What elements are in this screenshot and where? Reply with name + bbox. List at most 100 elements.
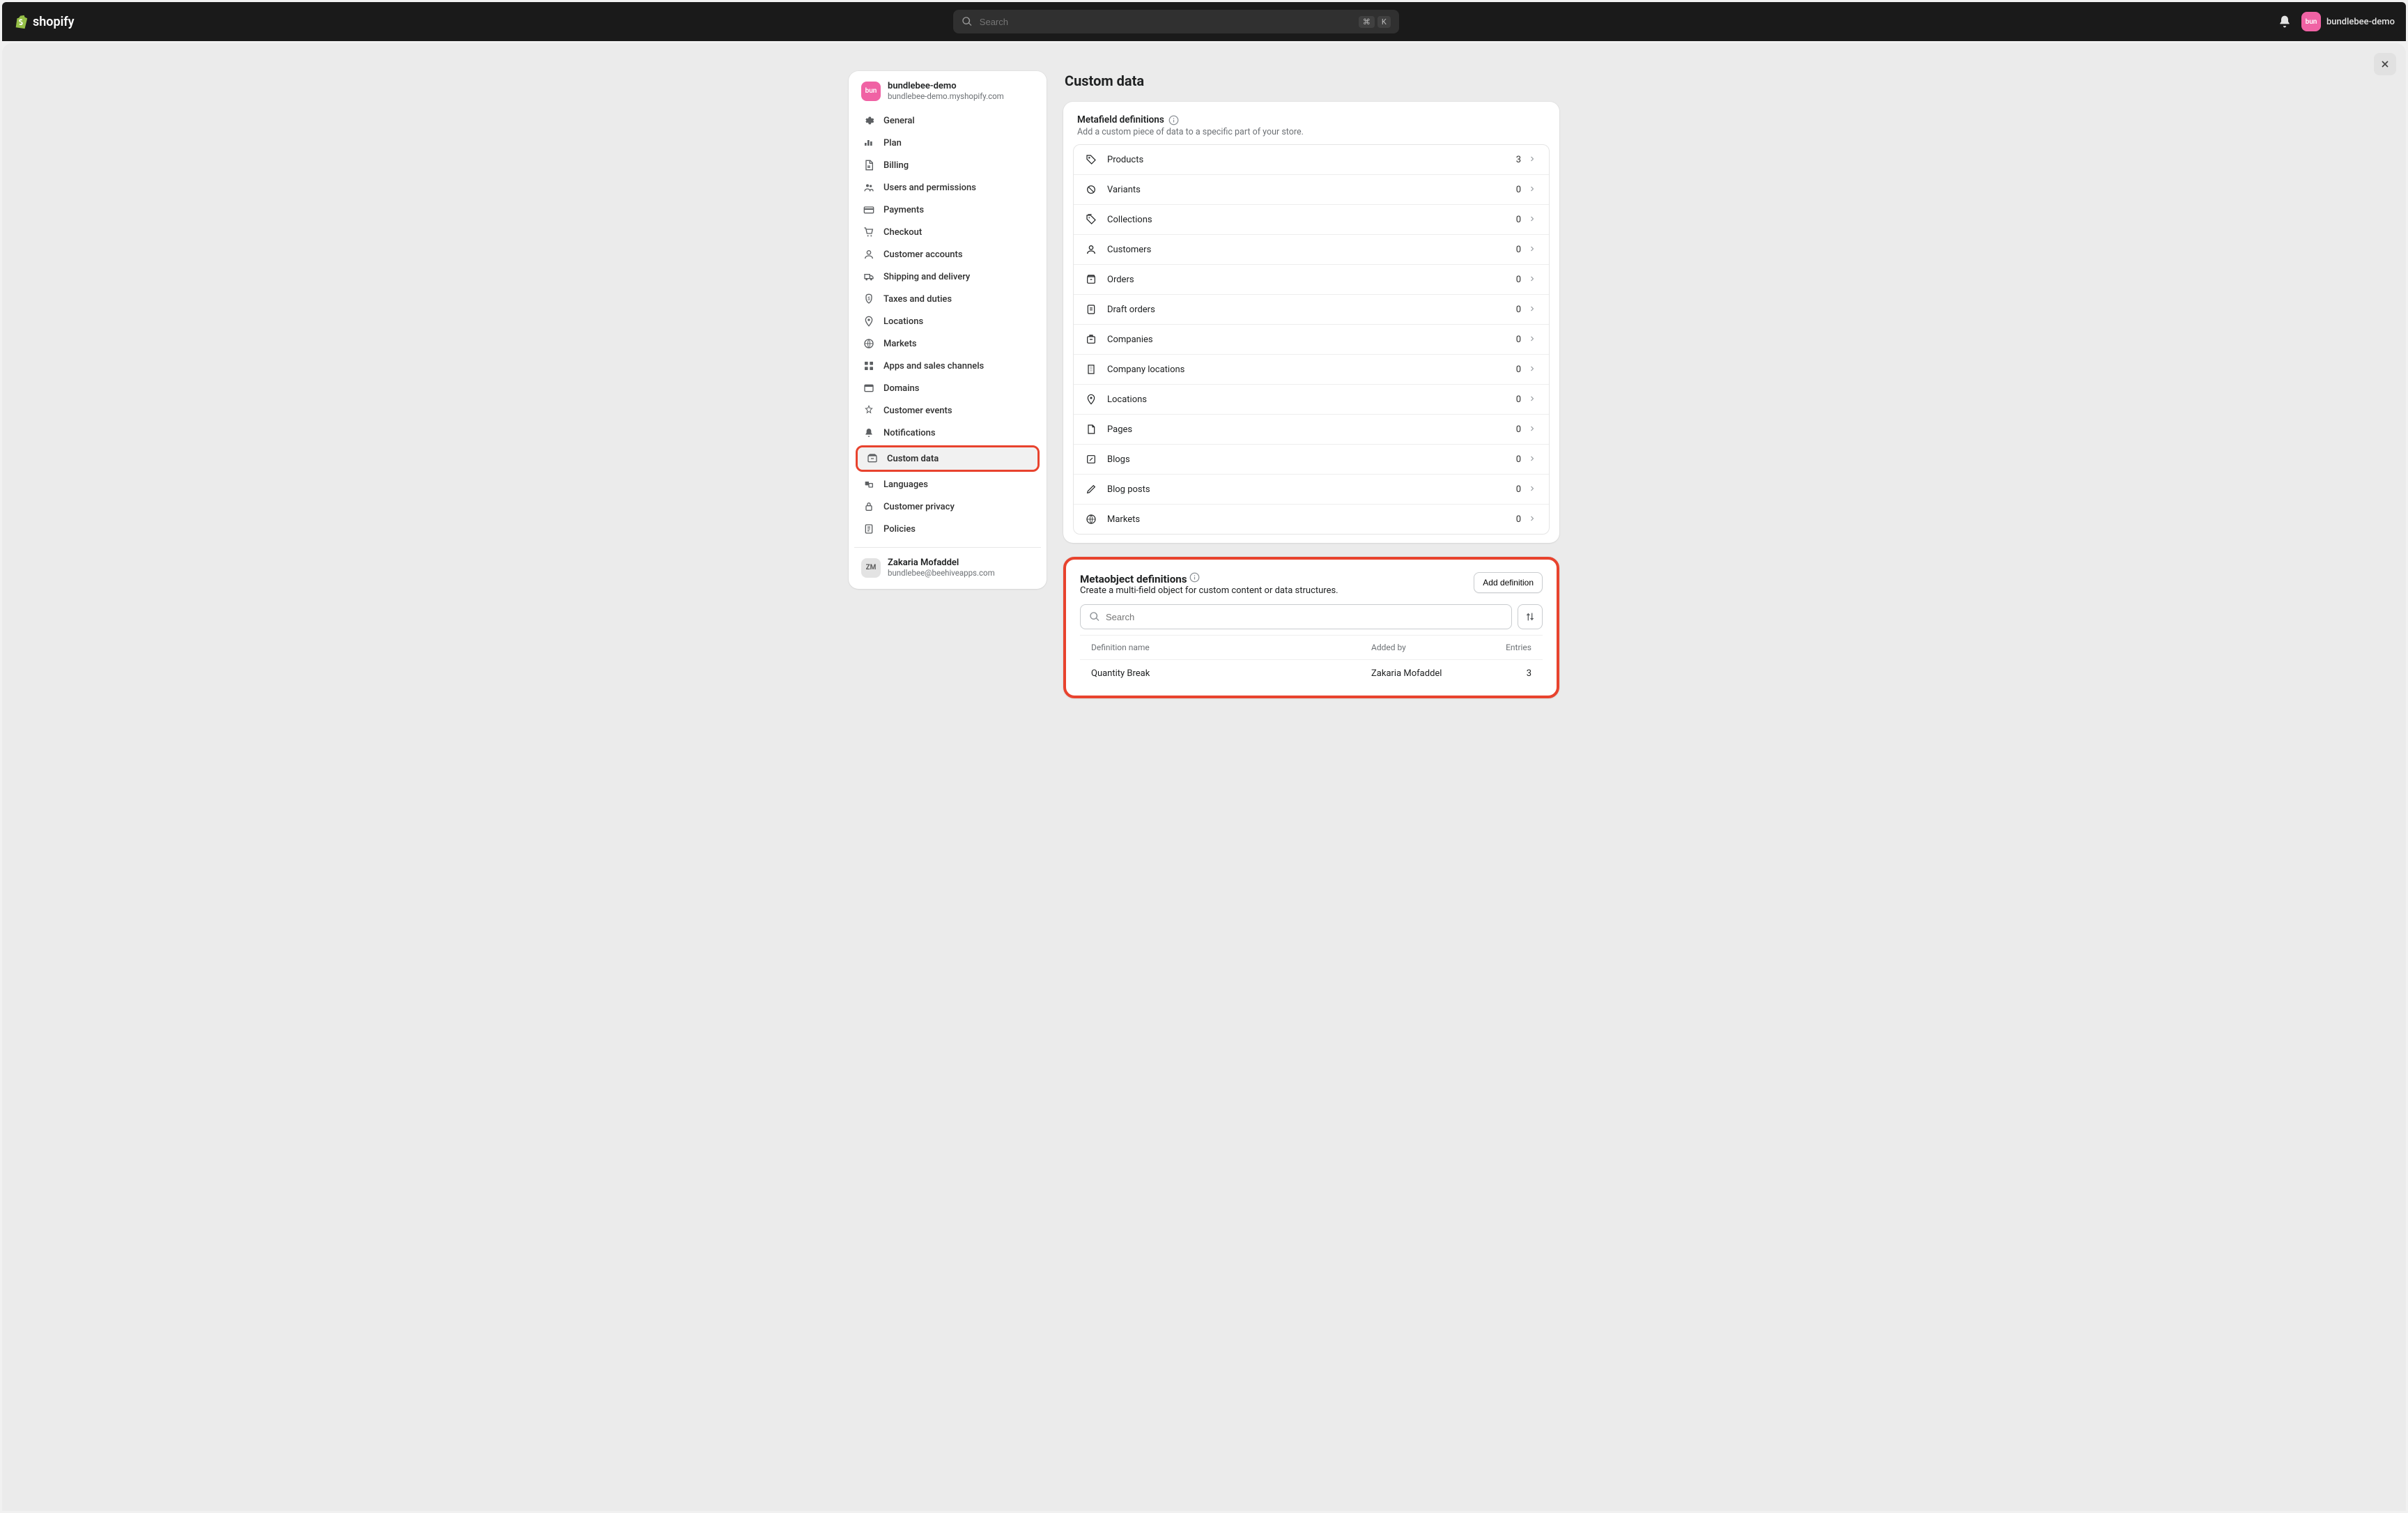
- metafield-row-companies[interactable]: Companies0: [1074, 325, 1549, 355]
- sidebar-user-footer[interactable]: ZM Zakaria Mofaddel bundlebee@beehiveapp…: [854, 547, 1041, 579]
- sidebar-item-taxes-and-duties[interactable]: $Taxes and duties: [854, 288, 1041, 310]
- sidebar-item-label: Domains: [883, 383, 919, 394]
- chevron-right-icon: [1528, 424, 1538, 434]
- sidebar-item-domains[interactable]: Domains: [854, 377, 1041, 399]
- user-name: Zakaria Mofaddel: [888, 558, 995, 568]
- metafield-row-label: Draft orders: [1107, 305, 1516, 315]
- sidebar-store-name: bundlebee-demo: [888, 81, 1004, 91]
- sidebar-item-label: Custom data: [887, 454, 939, 464]
- sidebar-item-markets[interactable]: Markets: [854, 332, 1041, 355]
- metafield-row-collections[interactable]: Collections0: [1074, 205, 1549, 235]
- sidebar-item-payments[interactable]: Payments: [854, 199, 1041, 221]
- sidebar-item-apps-and-sales-channels[interactable]: Apps and sales channels: [854, 355, 1041, 377]
- sidebar-item-plan[interactable]: Plan: [854, 132, 1041, 154]
- checkout-icon: [863, 226, 875, 238]
- languages-icon: [863, 478, 875, 491]
- settings-icon: [863, 114, 875, 127]
- metaobject-search-input[interactable]: [1106, 612, 1503, 622]
- search-input[interactable]: [980, 17, 1359, 27]
- metafield-row-draft-orders[interactable]: Draft orders0: [1074, 295, 1549, 325]
- sidebar-item-checkout[interactable]: Checkout: [854, 221, 1041, 243]
- sidebar-item-label: Billing: [883, 160, 909, 171]
- global-search[interactable]: ⌘ K: [953, 10, 1399, 33]
- domains-icon: [863, 382, 875, 394]
- sidebar-store-avatar: bun: [861, 82, 881, 101]
- sidebar-item-customer-privacy[interactable]: Customer privacy: [854, 496, 1041, 518]
- sidebar-item-customer-events[interactable]: Customer events: [854, 399, 1041, 422]
- customdata-icon: [866, 452, 879, 465]
- sidebar-item-languages[interactable]: Languages: [854, 473, 1041, 496]
- metafield-row-count: 3: [1516, 155, 1521, 165]
- sidebar-item-custom-data[interactable]: Custom data: [858, 447, 1037, 470]
- metafield-row-variants[interactable]: Variants0: [1074, 175, 1549, 205]
- chevron-right-icon: [1528, 215, 1538, 224]
- sidebar-item-billing[interactable]: Billing: [854, 154, 1041, 176]
- metafield-row-company-locations[interactable]: Company locations0: [1074, 355, 1549, 385]
- chevron-right-icon: [1528, 364, 1538, 374]
- metafield-row-count: 0: [1516, 394, 1521, 405]
- metafield-row-blog-posts[interactable]: Blog posts0: [1074, 475, 1549, 505]
- store-name-label: bundlebee-demo: [2326, 17, 2395, 27]
- metafield-row-orders[interactable]: Orders0: [1074, 265, 1549, 295]
- col-definition-name: Definition name: [1091, 643, 1371, 652]
- sidebar-item-label: Locations: [883, 316, 923, 327]
- page-title: Custom data: [1065, 72, 1559, 89]
- sidebar-item-customer-accounts[interactable]: Customer accounts: [854, 243, 1041, 266]
- chevron-right-icon: [1528, 484, 1538, 494]
- metafield-row-label: Pages: [1107, 424, 1516, 435]
- metafield-row-markets[interactable]: Markets0: [1074, 505, 1549, 534]
- policies-icon: [863, 523, 875, 535]
- privacy-icon: [863, 500, 875, 513]
- sidebar-item-locations[interactable]: Locations: [854, 310, 1041, 332]
- sidebar-item-users-and-permissions[interactable]: Users and permissions: [854, 176, 1041, 199]
- sidebar-item-label: Shipping and delivery: [883, 272, 970, 282]
- sidebar-item-label: Customer accounts: [883, 249, 963, 260]
- metafield-row-products[interactable]: Products3: [1074, 145, 1549, 175]
- sidebar-item-notifications[interactable]: Notifications: [854, 422, 1041, 444]
- account-menu[interactable]: bun bundlebee-demo: [2301, 12, 2395, 31]
- metafield-row-count: 0: [1516, 185, 1521, 195]
- user-email: bundlebee@beehiveapps.com: [888, 568, 995, 578]
- metafield-row-customers[interactable]: Customers0: [1074, 235, 1549, 265]
- shipping-icon: [863, 270, 875, 283]
- metaobject-definitions-card: Metaobject definitions Create a multi-fi…: [1063, 557, 1559, 698]
- collection-icon: [1085, 213, 1097, 226]
- plan-icon: [863, 137, 875, 149]
- metafield-row-blogs[interactable]: Blogs0: [1074, 445, 1549, 475]
- sidebar-item-policies[interactable]: Policies: [854, 518, 1041, 540]
- sidebar-item-label: Languages: [883, 479, 928, 490]
- settings-sidebar: bun bundlebee-demo bundlebee-demo.myshop…: [849, 71, 1047, 589]
- metafield-row-pages[interactable]: Pages0: [1074, 415, 1549, 445]
- search-icon: [962, 16, 973, 27]
- metaobject-row[interactable]: Quantity BreakZakaria Mofaddel3: [1080, 660, 1543, 687]
- info-icon[interactable]: [1168, 115, 1179, 125]
- sidebar-item-general[interactable]: General: [854, 109, 1041, 132]
- metafield-row-label: Company locations: [1107, 364, 1516, 375]
- store-avatar: bun: [2301, 12, 2321, 31]
- taxes-icon: $: [863, 293, 875, 305]
- user-avatar: ZM: [861, 558, 881, 578]
- metafield-heading: Metafield definitions: [1077, 114, 1164, 125]
- metafield-row-label: Companies: [1107, 335, 1516, 345]
- sort-button[interactable]: [1518, 604, 1543, 629]
- info-icon[interactable]: [1189, 572, 1200, 583]
- chevron-right-icon: [1528, 185, 1538, 194]
- metafield-row-count: 0: [1516, 335, 1521, 345]
- metafield-row-count: 0: [1516, 424, 1521, 435]
- metaobject-search-field[interactable]: [1080, 604, 1512, 629]
- metafield-row-count: 0: [1516, 215, 1521, 225]
- metaobject-name: Quantity Break: [1091, 668, 1371, 679]
- sidebar-store-header[interactable]: bun bundlebee-demo bundlebee-demo.myshop…: [854, 81, 1041, 109]
- metafield-row-locations[interactable]: Locations0: [1074, 385, 1549, 415]
- close-button[interactable]: [2374, 53, 2396, 75]
- metafield-row-label: Orders: [1107, 275, 1516, 285]
- notifications-icon[interactable]: [2278, 15, 2292, 29]
- sidebar-item-shipping-and-delivery[interactable]: Shipping and delivery: [854, 266, 1041, 288]
- variant-icon: [1085, 183, 1097, 196]
- metafield-row-label: Blogs: [1107, 454, 1516, 465]
- shopify-logo[interactable]: shopify: [13, 13, 75, 30]
- payments-icon: [863, 203, 875, 216]
- metafield-row-count: 0: [1516, 514, 1521, 525]
- customer-icon: [1085, 243, 1097, 256]
- add-definition-button[interactable]: Add definition: [1474, 572, 1543, 593]
